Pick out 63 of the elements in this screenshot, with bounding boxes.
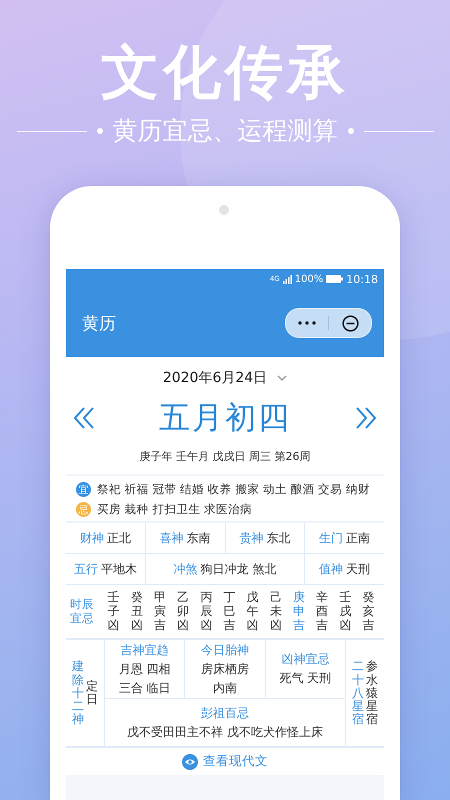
lunar-date: 五月初四 xyxy=(159,399,291,438)
hour-column[interactable]: 甲寅吉 xyxy=(154,591,166,632)
god-label: 喜神 xyxy=(160,530,184,546)
detail-text: 内南 xyxy=(212,680,237,697)
detail-title: 今日胎神 xyxy=(200,642,249,659)
info-label: 五行 xyxy=(74,560,98,578)
jianchu-label: 建除十二神 xyxy=(72,660,84,726)
god-direction: 正北 xyxy=(106,530,131,546)
ganzhi-date: 庚子年 壬午月 戊戌日 周三 第26周 xyxy=(138,449,312,464)
battery-icon xyxy=(326,275,344,283)
app-title: 黄历 xyxy=(82,312,116,334)
info-value: 狗日冲龙 煞北 xyxy=(200,560,276,578)
double-chevron-left-icon xyxy=(74,407,94,429)
info-value: 天刑 xyxy=(346,560,370,578)
pengzu-text: 戊不受田田主不祥 戊不吃犬作怪上床 xyxy=(127,724,323,742)
jianchu-value: 定日 xyxy=(86,680,98,707)
mansion-value: 参水猿星宿 xyxy=(366,660,378,726)
promo-subtitle: 黄历宜忌、运程测算 xyxy=(112,115,338,147)
god-label: 财神 xyxy=(80,530,104,546)
date-picker[interactable]: 2020年6月24日 xyxy=(162,369,288,387)
clock-time: 10:18 xyxy=(346,272,378,286)
detail-text: 死气 天刑 xyxy=(279,670,332,688)
next-day-button[interactable] xyxy=(356,407,376,429)
hour-column[interactable]: 丁巳吉 xyxy=(223,591,236,632)
hour-column[interactable]: 辛酉吉 xyxy=(316,591,328,632)
hours-label: 时辰宜忌 xyxy=(70,598,94,625)
eye-icon xyxy=(182,754,198,770)
hour-column[interactable]: 戊午凶 xyxy=(246,591,259,632)
double-chevron-right-icon xyxy=(356,407,376,429)
god-direction: 东北 xyxy=(266,530,290,546)
hour-column[interactable]: 己未凶 xyxy=(270,591,282,632)
hour-column[interactable]: 丙辰凶 xyxy=(200,591,212,632)
suitable-activities: 祭祀 祈福 冠带 结婚 收养 搬家 动土 酿酒 交易 纳财 xyxy=(97,482,370,497)
detail-text: 三合 临日 xyxy=(118,680,171,697)
info-label: 值神 xyxy=(319,560,343,578)
hour-column[interactable]: 壬子凶 xyxy=(108,591,120,632)
info-label: 冲煞 xyxy=(174,560,198,578)
more-icon xyxy=(298,321,316,325)
god-label: 贵神 xyxy=(239,530,264,546)
avoid-activities: 买房 栽种 打扫卫生 求医治病 xyxy=(97,502,252,517)
hour-column[interactable]: 癸丑凶 xyxy=(130,591,143,632)
battery-percent: 100% xyxy=(294,274,324,284)
detail-title: 吉神宜趋 xyxy=(120,642,169,659)
god-label: 生门 xyxy=(319,530,344,546)
close-icon xyxy=(342,314,358,332)
detail-text: 月恩 四相 xyxy=(118,660,171,678)
avoid-badge: 忌 xyxy=(76,502,91,517)
suitable-badge: 宜 xyxy=(76,482,91,497)
camera-dot xyxy=(219,205,229,215)
signal-icon xyxy=(282,274,292,284)
god-direction: 东南 xyxy=(186,530,211,546)
previous-day-button[interactable] xyxy=(74,407,94,429)
hour-column[interactable]: 乙卯凶 xyxy=(177,591,190,632)
god-direction: 正南 xyxy=(346,530,370,546)
promo-title: 文化传承 xyxy=(101,40,349,104)
chevron-down-icon xyxy=(277,375,288,381)
mansion-label: 二十八星宿 xyxy=(352,660,364,726)
info-value: 平地木 xyxy=(101,560,137,578)
hour-column[interactable]: 壬戌凶 xyxy=(339,591,352,632)
detail-text: 房床栖房 xyxy=(200,660,249,678)
hour-column[interactable]: 癸亥吉 xyxy=(362,591,374,632)
pengzu-title: 彭祖百忌 xyxy=(201,705,249,722)
detail-title: 凶神宜忌 xyxy=(281,651,330,668)
